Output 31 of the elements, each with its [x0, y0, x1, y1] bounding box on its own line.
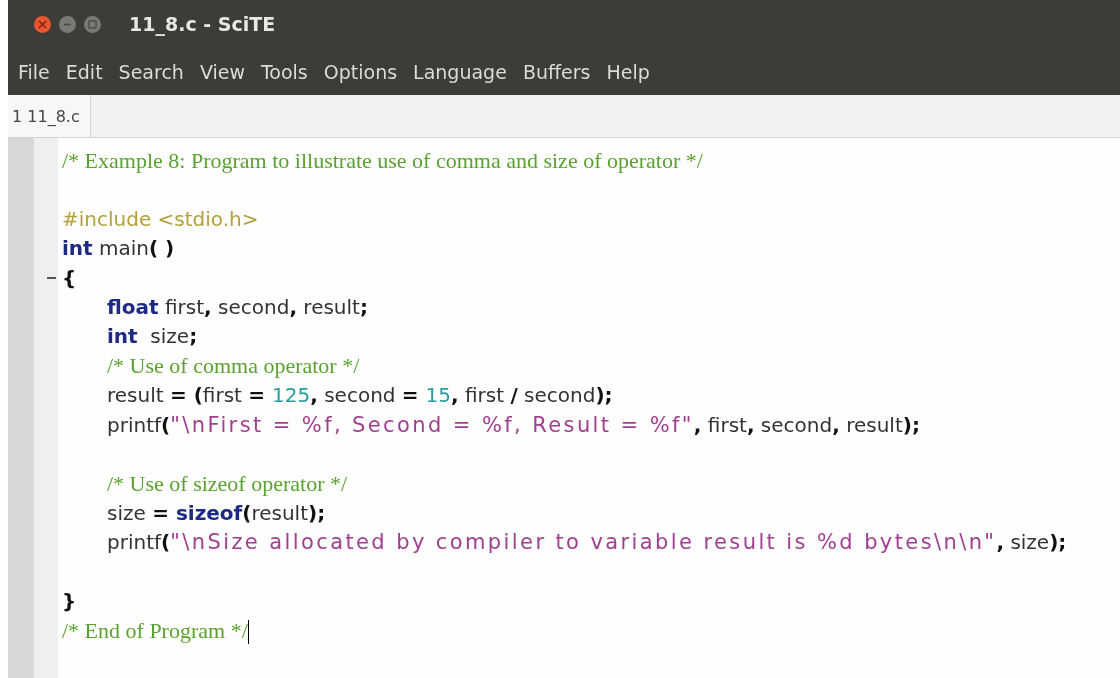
- file-tab[interactable]: 1 11_8.c: [8, 95, 91, 137]
- menu-item[interactable]: Buffers: [514, 60, 599, 83]
- menu-item[interactable]: Tools: [252, 60, 316, 83]
- menu-item[interactable]: Help: [598, 60, 658, 83]
- code-line: /* Use of sizeof operator */: [106, 469, 348, 498]
- menu-item[interactable]: Search: [110, 60, 192, 83]
- code-line: int size;: [106, 323, 198, 351]
- menu-item[interactable]: File: [10, 60, 58, 83]
- code-line: float first, second, result;: [106, 293, 368, 321]
- code-line: /* End of Program */: [62, 616, 250, 647]
- window-title: 11_8.c - SciTE: [129, 13, 276, 35]
- fold-marker-icon[interactable]: [47, 277, 56, 280]
- code-line: printf("\nFirst = %f, Second = %f, Result = %f", first, second, result);: [106, 411, 920, 439]
- code-line: size = sizeof(result);: [106, 499, 326, 527]
- code-line: result = (first = 125, second = 15, first / second);: [106, 382, 613, 410]
- code-line: /* Use of comma operator */: [106, 352, 360, 381]
- code-line: #include <stdio.h>: [62, 205, 259, 233]
- code-line: {: [62, 264, 77, 292]
- code-line: printf("\nSize allocated by compiler to variable result is %d bytes\n\n", size);: [106, 529, 1067, 557]
- code-line: /* Example 8: Program to illustrate use of comma and size of operator */: [62, 146, 703, 175]
- maximize-button[interactable]: [84, 15, 101, 33]
- code-line: int main( ): [62, 235, 175, 263]
- code-line: }: [62, 587, 77, 615]
- maximize-icon: [88, 19, 97, 29]
- menu-item[interactable]: View: [191, 60, 253, 83]
- menu-item[interactable]: Language: [405, 60, 515, 83]
- close-button[interactable]: [34, 15, 51, 33]
- close-icon: [38, 19, 47, 29]
- minimize-button[interactable]: [59, 15, 76, 33]
- menu-item[interactable]: Edit: [57, 60, 111, 83]
- menu-item[interactable]: Options: [315, 60, 406, 83]
